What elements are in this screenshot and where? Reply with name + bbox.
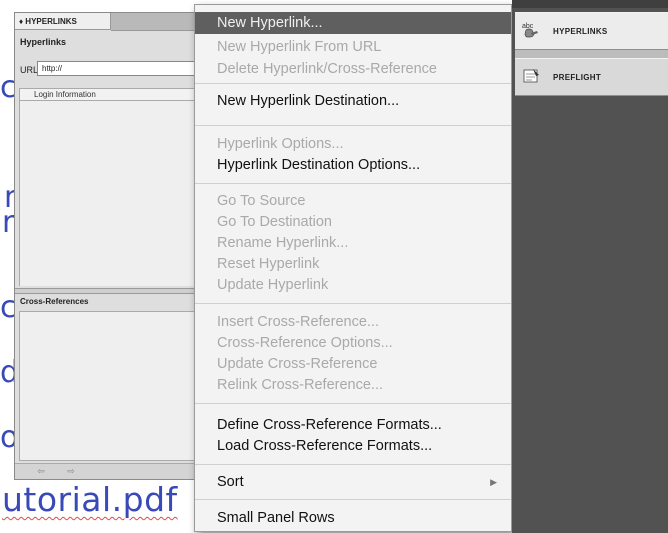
menu-item-hyperlink-destination-options[interactable]: Hyperlink Destination Options... bbox=[195, 154, 511, 176]
panel-tab-hyperlinks[interactable]: ♦ HYPERLINKS bbox=[15, 13, 111, 30]
menu-item-update-hyperlink[interactable]: Update Hyperlink bbox=[195, 274, 511, 296]
dock-label-preflight: PREFLIGHT bbox=[553, 73, 602, 82]
panel-title: Hyperlinks bbox=[20, 37, 67, 47]
menu-separator bbox=[195, 125, 511, 126]
menu-item-go-to-destination[interactable]: Go To Destination bbox=[195, 211, 511, 233]
hyperlinks-icon: abc bbox=[522, 23, 538, 38]
hyperlinks-panel: ♦ HYPERLINKS Hyperlinks URL: http:// Log… bbox=[14, 12, 201, 480]
menu-item-go-to-source[interactable]: Go To Source bbox=[195, 190, 511, 212]
dock-item-hyperlinks[interactable]: abc HYPERLINKS bbox=[515, 12, 668, 50]
menu-separator bbox=[195, 403, 511, 404]
menu-item-insert-cross-reference[interactable]: Insert Cross-Reference... bbox=[195, 311, 511, 333]
menu-item-sort[interactable]: Sort ▶ bbox=[195, 471, 511, 493]
document-text-fragment: r bbox=[2, 205, 15, 240]
menu-separator bbox=[195, 499, 511, 500]
dock-header bbox=[512, 0, 668, 8]
menu-item-update-cross-reference[interactable]: Update Cross-Reference bbox=[195, 353, 511, 375]
menu-item-reset-hyperlink[interactable]: Reset Hyperlink bbox=[195, 253, 511, 275]
menu-item-delete-hyperlink[interactable]: Delete Hyperlink/Cross-Reference bbox=[195, 58, 511, 80]
menu-item-cross-reference-options[interactable]: Cross-Reference Options... bbox=[195, 332, 511, 354]
menu-item-new-hyperlink[interactable]: New Hyperlink... bbox=[195, 12, 511, 34]
preflight-icon bbox=[523, 69, 539, 83]
dock-divider bbox=[515, 50, 668, 58]
go-to-destination-icon[interactable]: ⇨ bbox=[65, 467, 77, 476]
menu-item-small-panel-rows[interactable]: Small Panel Rows bbox=[195, 507, 511, 529]
menu-item-hyperlink-options[interactable]: Hyperlink Options... bbox=[195, 133, 511, 155]
menu-item-new-hyperlink-destination[interactable]: New Hyperlink Destination... bbox=[195, 90, 511, 112]
dock-item-preflight[interactable]: PREFLIGHT bbox=[515, 58, 668, 96]
url-input[interactable]: http:// bbox=[37, 61, 201, 76]
panel-dock: abc HYPERLINKS PREFLIGHT bbox=[512, 0, 668, 533]
hyperlink-list-header[interactable]: Login Information bbox=[19, 88, 199, 101]
menu-item-sort-label: Sort bbox=[217, 474, 244, 490]
menu-separator bbox=[195, 83, 511, 84]
submenu-arrow-icon: ▶ bbox=[490, 477, 497, 487]
menu-item-define-cross-reference-formats[interactable]: Define Cross-Reference Formats... bbox=[195, 414, 511, 436]
panel-footer: ⇦ ⇨ bbox=[15, 463, 199, 479]
menu-separator bbox=[195, 303, 511, 304]
menu-separator bbox=[195, 464, 511, 465]
cross-references-title: Cross-References bbox=[20, 297, 89, 306]
menu-item-rename-hyperlink[interactable]: Rename Hyperlink... bbox=[195, 232, 511, 254]
panel-splitter[interactable] bbox=[15, 288, 199, 294]
menu-item-new-hyperlink-from-url[interactable]: New Hyperlink From URL bbox=[195, 36, 511, 58]
hyperlinks-panel-menu: New Hyperlink... New Hyperlink From URL … bbox=[194, 4, 512, 532]
panel-tab-bar bbox=[111, 13, 197, 31]
menu-item-load-cross-reference-formats[interactable]: Load Cross-Reference Formats... bbox=[195, 435, 511, 457]
menu-item-relink-cross-reference[interactable]: Relink Cross-Reference... bbox=[195, 374, 511, 396]
hyperlink-list[interactable] bbox=[19, 101, 199, 286]
cross-references-list[interactable] bbox=[19, 311, 199, 461]
go-to-source-icon[interactable]: ⇦ bbox=[35, 467, 47, 476]
dock-label-hyperlinks: HYPERLINKS bbox=[553, 27, 608, 36]
document-link-text[interactable]: utorial.pdf bbox=[2, 480, 178, 519]
menu-separator bbox=[195, 183, 511, 184]
